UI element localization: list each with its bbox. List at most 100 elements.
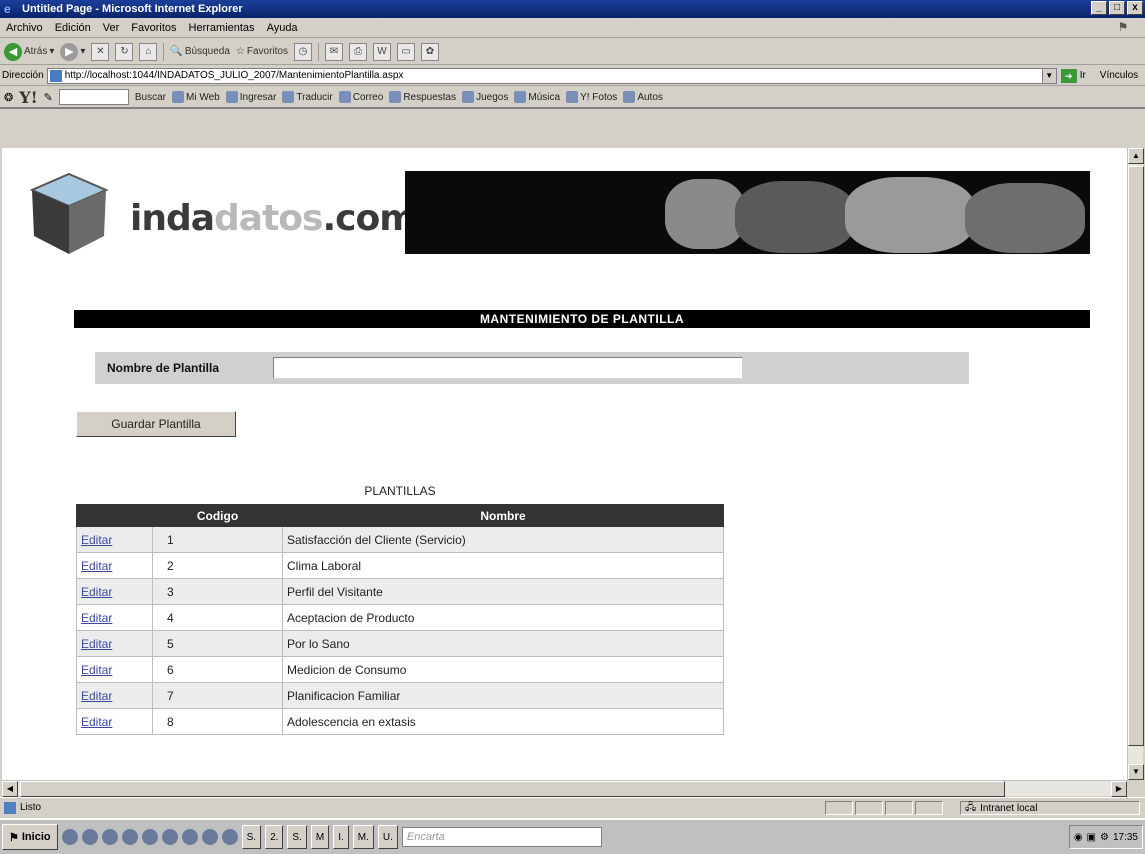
address-input[interactable]: http://localhost:1044/INDADATOS_JULIO_20…: [46, 67, 1057, 84]
tray-icon[interactable]: ▣: [1087, 832, 1096, 843]
favorites-label: Favoritos: [246, 46, 288, 57]
status-cell: [825, 801, 853, 815]
address-dropdown-icon[interactable]: ▼: [1041, 68, 1056, 83]
yahoo-item-respuestas[interactable]: Respuestas: [389, 91, 456, 103]
chevron-down-icon: ▾: [80, 46, 86, 57]
maximize-button[interactable]: □: [1109, 1, 1125, 15]
menu-edicion[interactable]: Edición: [55, 22, 91, 34]
tray-icon[interactable]: ⚙: [1100, 832, 1109, 843]
horizontal-scroll-thumb[interactable]: [20, 781, 1005, 797]
edit-link[interactable]: Editar: [81, 715, 112, 729]
search-icon: 🔍: [170, 46, 183, 57]
name-cell: Aceptacion de Producto: [282, 604, 724, 631]
taskbar-button[interactable]: M: [310, 825, 330, 849]
yahoo-item-juegos[interactable]: Juegos: [462, 91, 508, 103]
home-icon[interactable]: ⌂: [139, 42, 158, 61]
menu-ayuda[interactable]: Ayuda: [267, 22, 298, 34]
encarta-search-input[interactable]: Encarta: [401, 827, 602, 847]
print-icon[interactable]: ⎙: [349, 42, 367, 61]
search-button[interactable]: 🔍 Búsqueda: [170, 46, 230, 57]
edit-link[interactable]: Editar: [81, 689, 112, 703]
favorites-button[interactable]: ☆ Favoritos: [236, 46, 288, 57]
taskbar-button[interactable]: S.: [241, 825, 262, 849]
edit-icon[interactable]: W: [373, 42, 391, 61]
vertical-scroll-thumb[interactable]: [1128, 166, 1144, 746]
taskbar-button[interactable]: I.: [333, 825, 349, 849]
yahoo-search-button[interactable]: Buscar: [135, 92, 166, 103]
quick-launch-icon[interactable]: [221, 829, 238, 845]
refresh-icon[interactable]: ↻: [115, 42, 134, 61]
edit-cell: Editar: [76, 708, 153, 735]
go-button[interactable]: ➜ Ir: [1060, 68, 1086, 83]
links-button[interactable]: Vínculos: [1100, 70, 1138, 81]
yahoo-item-musica[interactable]: Música: [514, 91, 560, 103]
yahoo-item-correo[interactable]: Correo: [338, 91, 383, 103]
edit-cell: Editar: [76, 604, 153, 631]
edit-link[interactable]: Editar: [81, 585, 112, 599]
edit-link[interactable]: Editar: [81, 637, 112, 651]
page-icon: [49, 69, 62, 82]
template-name-input[interactable]: [273, 357, 743, 379]
yahoo-search-input[interactable]: [58, 89, 129, 105]
table-header-row: Codigo Nombre: [76, 504, 724, 527]
menu-herramientas[interactable]: Herramientas: [189, 22, 255, 34]
taskbar-button[interactable]: U.: [377, 825, 398, 849]
messenger-icon[interactable]: ✿: [421, 42, 439, 61]
menu-ver[interactable]: Ver: [103, 22, 120, 34]
taskbar-button[interactable]: S.: [287, 825, 307, 849]
tray-icon[interactable]: ◉: [1074, 832, 1083, 843]
horizontal-scrollbar[interactable]: ◀ ▶: [2, 780, 1127, 797]
quick-launch-icon[interactable]: [61, 829, 78, 845]
table-row: Editar 1 Satisfacción del Cliente (Servi…: [76, 526, 724, 553]
discuss-icon[interactable]: ▭: [397, 42, 415, 61]
scroll-up-icon[interactable]: ▲: [1128, 148, 1144, 164]
stop-icon[interactable]: ✕: [91, 42, 110, 61]
scroll-down-icon[interactable]: ▼: [1128, 764, 1144, 780]
edit-link[interactable]: Editar: [81, 611, 112, 625]
logo-dim: datos: [214, 198, 323, 239]
mail-icon: [338, 91, 351, 103]
yahoo-item-mi-web[interactable]: Mi Web: [172, 91, 220, 103]
edit-link[interactable]: Editar: [81, 533, 112, 547]
close-button[interactable]: x: [1127, 1, 1143, 15]
edit-link[interactable]: Editar: [81, 663, 112, 677]
yahoo-logo[interactable]: Y!: [19, 88, 37, 107]
site-logo[interactable]: indadatos.com: [24, 168, 417, 258]
pencil-icon[interactable]: ✎: [44, 91, 53, 104]
table-row: Editar 3 Perfil del Visitante: [76, 578, 724, 605]
address-url: http://localhost:1044/INDADATOS_JULIO_20…: [64, 70, 404, 81]
save-template-button[interactable]: Guardar Plantilla: [76, 411, 236, 437]
back-button[interactable]: ◀ Atrás ▾: [4, 42, 54, 61]
start-button[interactable]: ⚑ Inicio: [2, 824, 58, 850]
name-cell: Clima Laboral: [282, 552, 724, 579]
menu-archivo[interactable]: Archivo: [6, 22, 43, 34]
quick-launch-icon[interactable]: [101, 829, 118, 845]
yahoo-item-fotos[interactable]: Y! Fotos: [566, 91, 617, 103]
history-icon[interactable]: ◷: [294, 42, 312, 61]
mail-icon[interactable]: ✉: [325, 42, 343, 61]
logo-suffix: .com: [322, 198, 416, 239]
quick-launch-icon[interactable]: [181, 829, 198, 845]
status-label: Listo: [20, 802, 42, 813]
minimize-button[interactable]: _: [1091, 1, 1107, 15]
vertical-scrollbar[interactable]: ▲ ▼: [1127, 148, 1144, 780]
templates-table: Codigo Nombre Editar 1 Satisfacción del …: [76, 504, 724, 735]
menu-favoritos[interactable]: Favoritos: [131, 22, 176, 34]
quick-launch-icon[interactable]: [141, 829, 158, 845]
quick-launch-icon[interactable]: [161, 829, 178, 845]
clock[interactable]: 17:35: [1113, 832, 1138, 843]
taskbar-button[interactable]: M.: [352, 825, 374, 849]
yahoo-item-traducir[interactable]: Traducir: [282, 91, 333, 103]
quick-launch-icon[interactable]: [81, 829, 98, 845]
quick-launch-icon[interactable]: [121, 829, 138, 845]
taskbar-button[interactable]: 2.: [265, 825, 284, 849]
quick-launch-icon[interactable]: [201, 829, 218, 845]
toolbar-options-icon[interactable]: ❂: [4, 91, 13, 104]
edit-link[interactable]: Editar: [81, 559, 112, 573]
table-caption: PLANTILLAS: [364, 484, 436, 498]
yahoo-item-autos[interactable]: Autos: [623, 91, 663, 103]
scroll-left-icon[interactable]: ◀: [2, 781, 18, 797]
forward-button[interactable]: ▶ ▾: [60, 42, 86, 61]
scroll-right-icon[interactable]: ▶: [1111, 781, 1127, 797]
yahoo-item-ingresar[interactable]: Ingresar: [225, 91, 276, 103]
